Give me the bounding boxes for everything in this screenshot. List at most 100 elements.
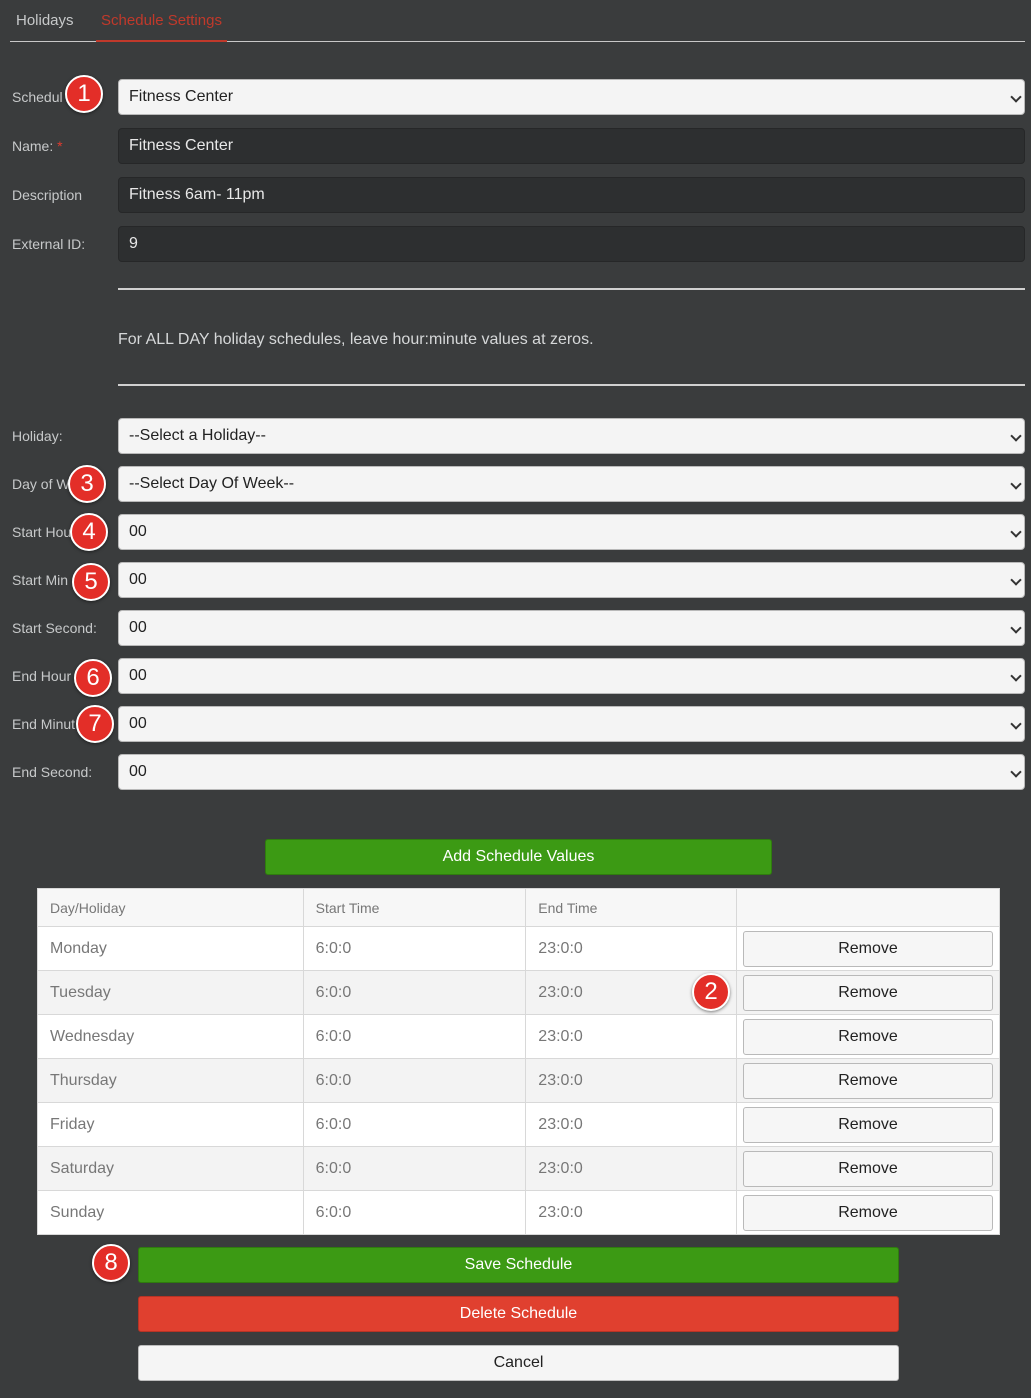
- annotation-badge-7: 7: [76, 705, 114, 743]
- tab-holidays[interactable]: Holidays: [16, 12, 74, 29]
- tab-schedule-settings[interactable]: Schedule Settings: [96, 0, 227, 42]
- cell-start-time: 6:0:0: [302, 1146, 527, 1191]
- cell-start-time: 6:0:0: [302, 970, 527, 1015]
- annotation-badge-8: 8: [92, 1244, 130, 1282]
- day-of-week-select-value: --Select Day Of Week--: [129, 475, 295, 492]
- cell-end-time: 23:0:0: [525, 1146, 737, 1191]
- remove-button[interactable]: Remove: [743, 1062, 993, 1099]
- remove-button[interactable]: Remove: [743, 1150, 993, 1187]
- delete-schedule-button[interactable]: Delete Schedule: [138, 1296, 899, 1332]
- column-header-action: [736, 888, 1000, 927]
- annotation-badge-4: 4: [70, 513, 108, 551]
- annotation-badge-1: 1: [65, 75, 103, 113]
- description-label: Description: [12, 187, 83, 203]
- day-of-week-select[interactable]: --Select Day Of Week--: [118, 466, 1025, 502]
- description-input[interactable]: Fitness 6am- 11pm: [118, 177, 1025, 213]
- cell-day: Thursday: [37, 1058, 304, 1103]
- table-row: Friday 6:0:0 23:0:0 Remove: [37, 1102, 1000, 1147]
- cell-day: Saturday: [37, 1146, 304, 1191]
- annotation-badge-2: 2: [692, 973, 730, 1011]
- end-minute-select[interactable]: 00: [118, 706, 1025, 742]
- cell-action: Remove: [736, 1146, 1000, 1191]
- cell-end-time: 23:0:0: [525, 926, 737, 971]
- start-hour-select-value: 00: [129, 523, 147, 540]
- column-header-day: Day/Holiday: [37, 888, 304, 927]
- remove-button[interactable]: Remove: [743, 1194, 993, 1231]
- annotation-badge-5: 5: [72, 563, 110, 601]
- table-row: Sunday 6:0:0 23:0:0 Remove: [37, 1190, 1000, 1235]
- cell-end-time: 23:0:0: [525, 1014, 737, 1059]
- cell-action: Remove: [736, 970, 1000, 1015]
- end-hour-select[interactable]: 00: [118, 658, 1025, 694]
- remove-button[interactable]: Remove: [743, 1106, 993, 1143]
- cell-start-time: 6:0:0: [302, 1102, 527, 1147]
- end-hour-label: End Hour: [12, 668, 72, 684]
- table-header-row: Day/Holiday Start Time End Time: [37, 888, 1000, 927]
- holiday-select[interactable]: --Select a Holiday--: [118, 418, 1025, 454]
- schedule-select-value: Fitness Center: [129, 88, 234, 105]
- table-row: Thursday 6:0:0 23:0:0 Remove: [37, 1058, 1000, 1103]
- remove-button[interactable]: Remove: [743, 930, 993, 967]
- name-label: Name: *: [12, 138, 63, 154]
- cancel-button[interactable]: Cancel: [138, 1345, 899, 1381]
- cell-start-time: 6:0:0: [302, 1014, 527, 1059]
- column-header-start-time: Start Time: [302, 888, 527, 927]
- remove-button[interactable]: Remove: [743, 974, 993, 1011]
- chevron-down-icon: [1010, 526, 1022, 538]
- save-schedule-button[interactable]: Save Schedule: [138, 1247, 899, 1283]
- cell-action: Remove: [736, 1058, 1000, 1103]
- day-of-week-label: Day of W: [12, 476, 70, 492]
- tab-bar: Holidays Schedule Settings: [10, 0, 1025, 42]
- cell-end-time: 23:0:0: [525, 1102, 737, 1147]
- external-id-label: External ID:: [12, 236, 86, 252]
- chevron-down-icon: [1010, 670, 1022, 682]
- schedule-label: Schedul: [12, 89, 63, 105]
- end-minute-label: End Minut: [12, 716, 76, 732]
- cell-day: Sunday: [37, 1190, 304, 1235]
- chevron-down-icon: [1010, 430, 1022, 442]
- cell-day: Tuesday: [37, 970, 304, 1015]
- start-minute-select[interactable]: 00: [118, 562, 1025, 598]
- cell-start-time: 6:0:0: [302, 926, 527, 971]
- divider-top: [118, 288, 1025, 290]
- start-second-select[interactable]: 00: [118, 610, 1025, 646]
- end-second-select-value: 00: [129, 763, 147, 780]
- external-id-input[interactable]: 9: [118, 226, 1025, 262]
- start-second-select-value: 00: [129, 619, 147, 636]
- annotation-badge-6: 6: [74, 659, 112, 697]
- table-row: Tuesday 6:0:0 23:0:0 Remove: [37, 970, 1000, 1015]
- chevron-down-icon: [1010, 91, 1022, 103]
- start-minute-label: Start Min: [12, 572, 69, 588]
- holiday-label: Holiday:: [12, 428, 63, 444]
- add-schedule-values-button[interactable]: Add Schedule Values: [265, 839, 772, 875]
- end-minute-select-value: 00: [129, 715, 147, 732]
- cell-day: Friday: [37, 1102, 304, 1147]
- annotation-badge-3: 3: [68, 465, 106, 503]
- end-hour-select-value: 00: [129, 667, 147, 684]
- start-second-label: Start Second:: [12, 620, 97, 636]
- cell-end-time: 23:0:0: [525, 1190, 737, 1235]
- remove-button[interactable]: Remove: [743, 1018, 993, 1055]
- start-minute-select-value: 00: [129, 571, 147, 588]
- schedule-select[interactable]: Fitness Center: [118, 79, 1025, 115]
- start-hour-label: Start Hou: [12, 524, 72, 540]
- holiday-select-value: --Select a Holiday--: [129, 427, 266, 444]
- name-input[interactable]: Fitness Center: [118, 128, 1025, 164]
- divider-bottom: [118, 384, 1025, 386]
- cell-day: Wednesday: [37, 1014, 304, 1059]
- required-asterisk: *: [57, 138, 63, 154]
- cell-end-time: 23:0:0: [525, 1058, 737, 1103]
- table-row: Monday 6:0:0 23:0:0 Remove: [37, 926, 1000, 971]
- table-row: Wednesday 6:0:0 23:0:0 Remove: [37, 1014, 1000, 1059]
- end-second-select[interactable]: 00: [118, 754, 1025, 790]
- cell-day: Monday: [37, 926, 304, 971]
- cell-action: Remove: [736, 1190, 1000, 1235]
- start-hour-select[interactable]: 00: [118, 514, 1025, 550]
- cell-action: Remove: [736, 926, 1000, 971]
- chevron-down-icon: [1010, 622, 1022, 634]
- chevron-down-icon: [1010, 574, 1022, 586]
- cell-start-time: 6:0:0: [302, 1058, 527, 1103]
- all-day-note: For ALL DAY holiday schedules, leave hou…: [118, 331, 594, 348]
- cell-action: Remove: [736, 1102, 1000, 1147]
- cell-start-time: 6:0:0: [302, 1190, 527, 1235]
